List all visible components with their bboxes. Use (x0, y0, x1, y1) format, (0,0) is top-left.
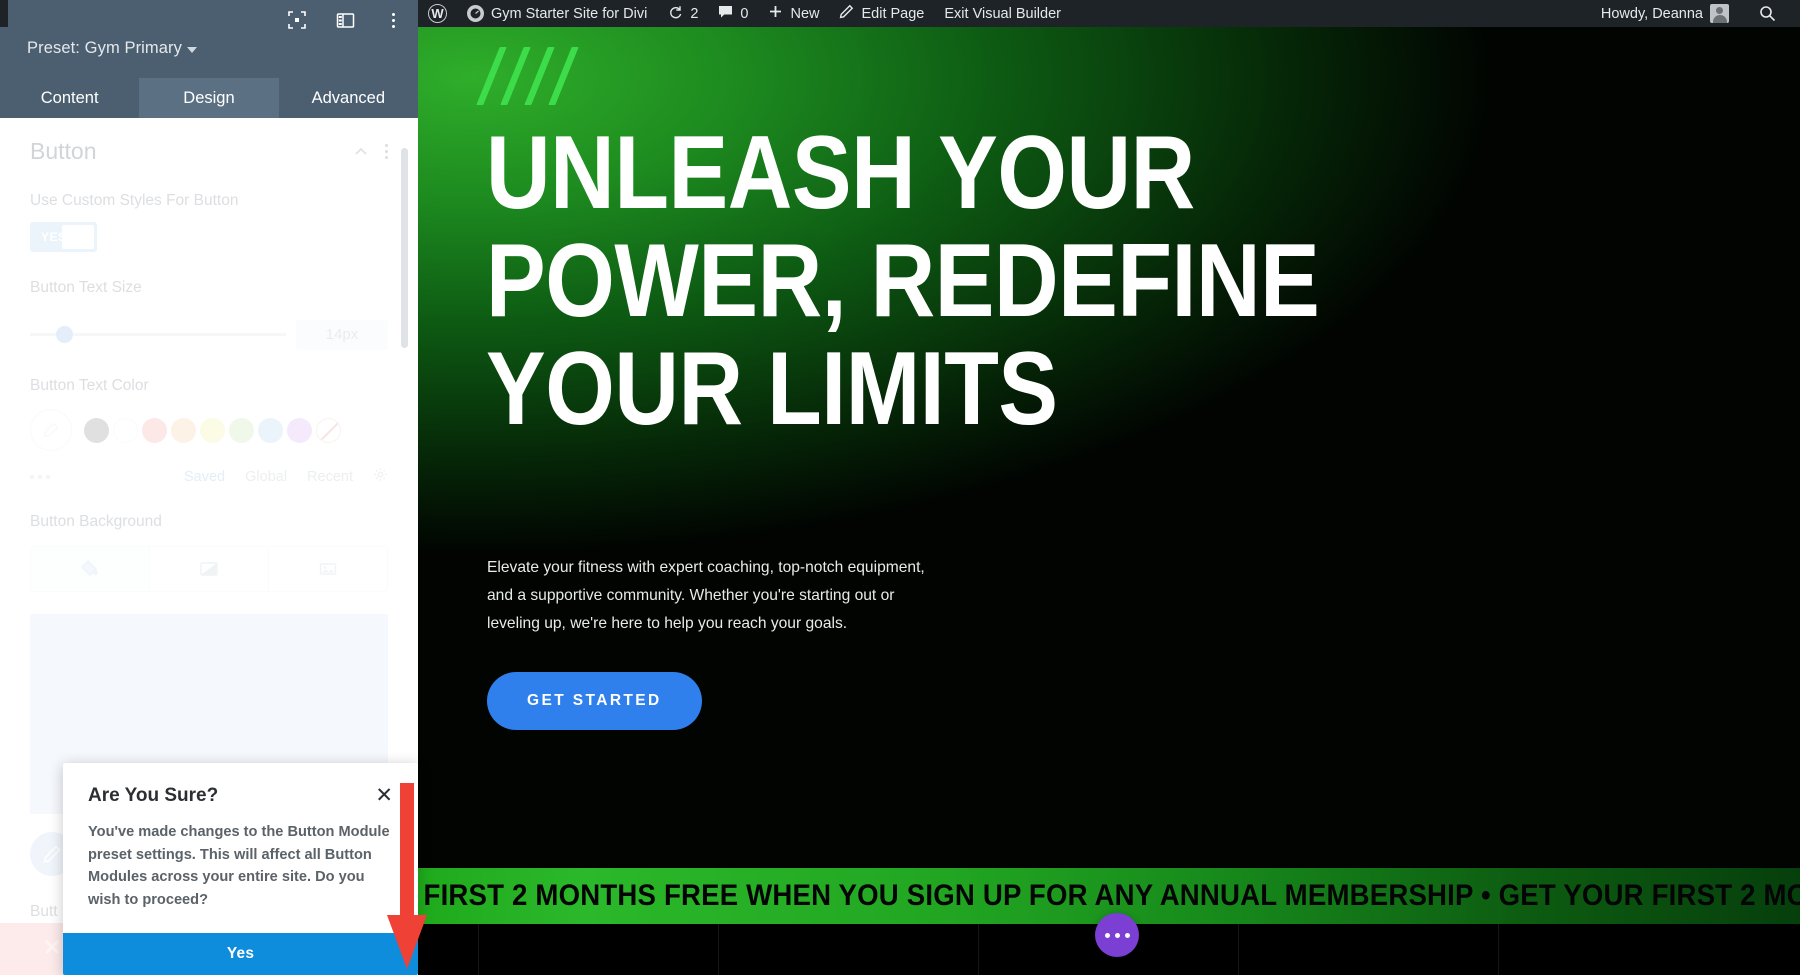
ellipsis-icon[interactable] (1095, 913, 1139, 957)
adminbar-left-edge (0, 0, 8, 27)
swatch-white[interactable] (113, 417, 138, 443)
color-picker-button[interactable] (30, 409, 72, 452)
settings-panel-scrollbar[interactable] (401, 148, 408, 348)
howdy-label: Howdy, Deanna (1600, 5, 1703, 22)
text-size-value[interactable]: 14px (296, 319, 388, 350)
custom-styles-label: Use Custom Styles For Button (30, 192, 239, 209)
swatch-yellow[interactable] (200, 417, 225, 443)
wordpress-logo-icon[interactable]: W (418, 0, 457, 27)
color-fill-icon[interactable] (31, 546, 150, 591)
swatch-blue[interactable] (258, 417, 283, 443)
image-icon[interactable] (269, 547, 387, 591)
settings-panel-header: Preset: Gym Primary (0, 0, 418, 78)
adminbar-edit-page[interactable]: Edit Page (829, 0, 934, 27)
confirm-modal-title: Are You Sure? (88, 785, 219, 806)
layout-split-icon[interactable] (334, 9, 356, 31)
color-tab-global[interactable]: Global (245, 469, 287, 485)
preset-label: Preset: Gym Primary (27, 39, 183, 57)
adminbar-exit-builder[interactable]: Exit Visual Builder (934, 0, 1071, 27)
red-down-arrow-icon (384, 783, 430, 975)
search-icon[interactable] (1749, 0, 1786, 27)
section-title: Button (30, 138, 97, 164)
preset-selector[interactable]: Preset: Gym Primary (27, 39, 198, 58)
adminbar-revisions[interactable]: 2 (657, 0, 708, 27)
swatch-transparent[interactable] (316, 417, 341, 443)
comment-bubble-icon (718, 4, 733, 23)
chevron-up-icon[interactable] (353, 144, 369, 160)
color-tab-saved[interactable]: Saved (184, 469, 225, 485)
close-x-icon (42, 937, 62, 962)
kebab-menu-icon[interactable] (382, 9, 404, 31)
plus-icon (768, 4, 783, 23)
button-section-header[interactable]: Button (30, 118, 388, 165)
background-type-tabs (30, 545, 388, 592)
comments-count: 0 (740, 5, 749, 22)
tab-advanced[interactable]: Advanced (279, 78, 418, 118)
hero-paragraph: Elevate your fitness with expert coachin… (487, 559, 925, 632)
adminbar-site-name[interactable]: Gym Starter Site for Divi (457, 0, 657, 27)
custom-styles-toggle[interactable]: YES (30, 222, 97, 253)
tab-content[interactable]: Content (0, 78, 139, 118)
wp-admin-bar: W Gym Starter Site for Divi 2 0 New Edit… (418, 0, 1800, 27)
focus-frame-icon[interactable] (286, 9, 308, 31)
text-size-slider[interactable] (30, 326, 286, 344)
exit-builder-label: Exit Visual Builder (944, 5, 1061, 22)
gear-icon[interactable] (373, 467, 388, 486)
confirm-yes-button[interactable]: Yes (63, 933, 418, 975)
new-label: New (790, 5, 820, 22)
button-text-size-control[interactable]: 14px (30, 319, 388, 350)
hero-heading: Unleash Your Power, Redefine Your Limits (486, 115, 1320, 448)
tab-design[interactable]: Design (139, 78, 279, 118)
button-background-label: Button Background (30, 513, 162, 531)
pencil-icon (839, 4, 854, 23)
swatch-gray[interactable] (84, 417, 109, 443)
confirm-modal-header: Are You Sure? ✕ (63, 763, 418, 807)
chevron-down-icon (187, 46, 198, 53)
adminbar-account[interactable]: Howdy, Deanna (1591, 0, 1739, 27)
section-kebab-menu-icon[interactable] (385, 144, 388, 159)
get-started-button[interactable]: GET STARTED (487, 672, 702, 730)
swatch-purple[interactable] (287, 417, 312, 443)
hero-section: Unleash Your Power, Redefine Your Limits… (418, 27, 1800, 867)
diagonal-slashes-icon (476, 47, 598, 105)
avatar (1710, 4, 1729, 23)
wp-logo-glyph: W (428, 4, 447, 23)
promo-marquee-text: FIRST 2 MONTHS FREE WHEN YOU SIGN UP FOR… (423, 879, 1800, 912)
confirm-modal-body: You've made changes to the Button Module… (88, 824, 390, 908)
swatch-green[interactable] (229, 417, 254, 443)
toggle-knob (62, 225, 94, 250)
settings-panel-tabs: Content Design Advanced (0, 78, 418, 118)
swatch-orange[interactable] (171, 417, 196, 443)
gradient-icon[interactable] (150, 546, 269, 591)
revisions-count: 2 (690, 5, 699, 22)
dashboard-icon (467, 5, 484, 22)
button-text-size-label: Button Text Size (30, 279, 142, 297)
adminbar-new[interactable]: New (758, 0, 829, 27)
color-meta-row: Saved Global Recent (30, 467, 388, 486)
edit-page-label: Edit Page (861, 5, 925, 22)
color-tab-recent[interactable]: Recent (307, 469, 353, 485)
color-swatch-row (30, 409, 388, 452)
slider-handle[interactable] (56, 326, 73, 344)
confirm-modal: Are You Sure? ✕ You've made changes to t… (63, 763, 418, 975)
swatch-red[interactable] (142, 417, 167, 443)
settings-panel-toolbar (286, 4, 404, 36)
site-title-label: Gym Starter Site for Divi (491, 5, 648, 22)
adminbar-comments[interactable]: 0 (708, 0, 758, 27)
button-text-color-label: Button Text Color (30, 376, 149, 394)
revisions-icon (667, 4, 683, 24)
more-colors-icon[interactable] (30, 474, 50, 479)
